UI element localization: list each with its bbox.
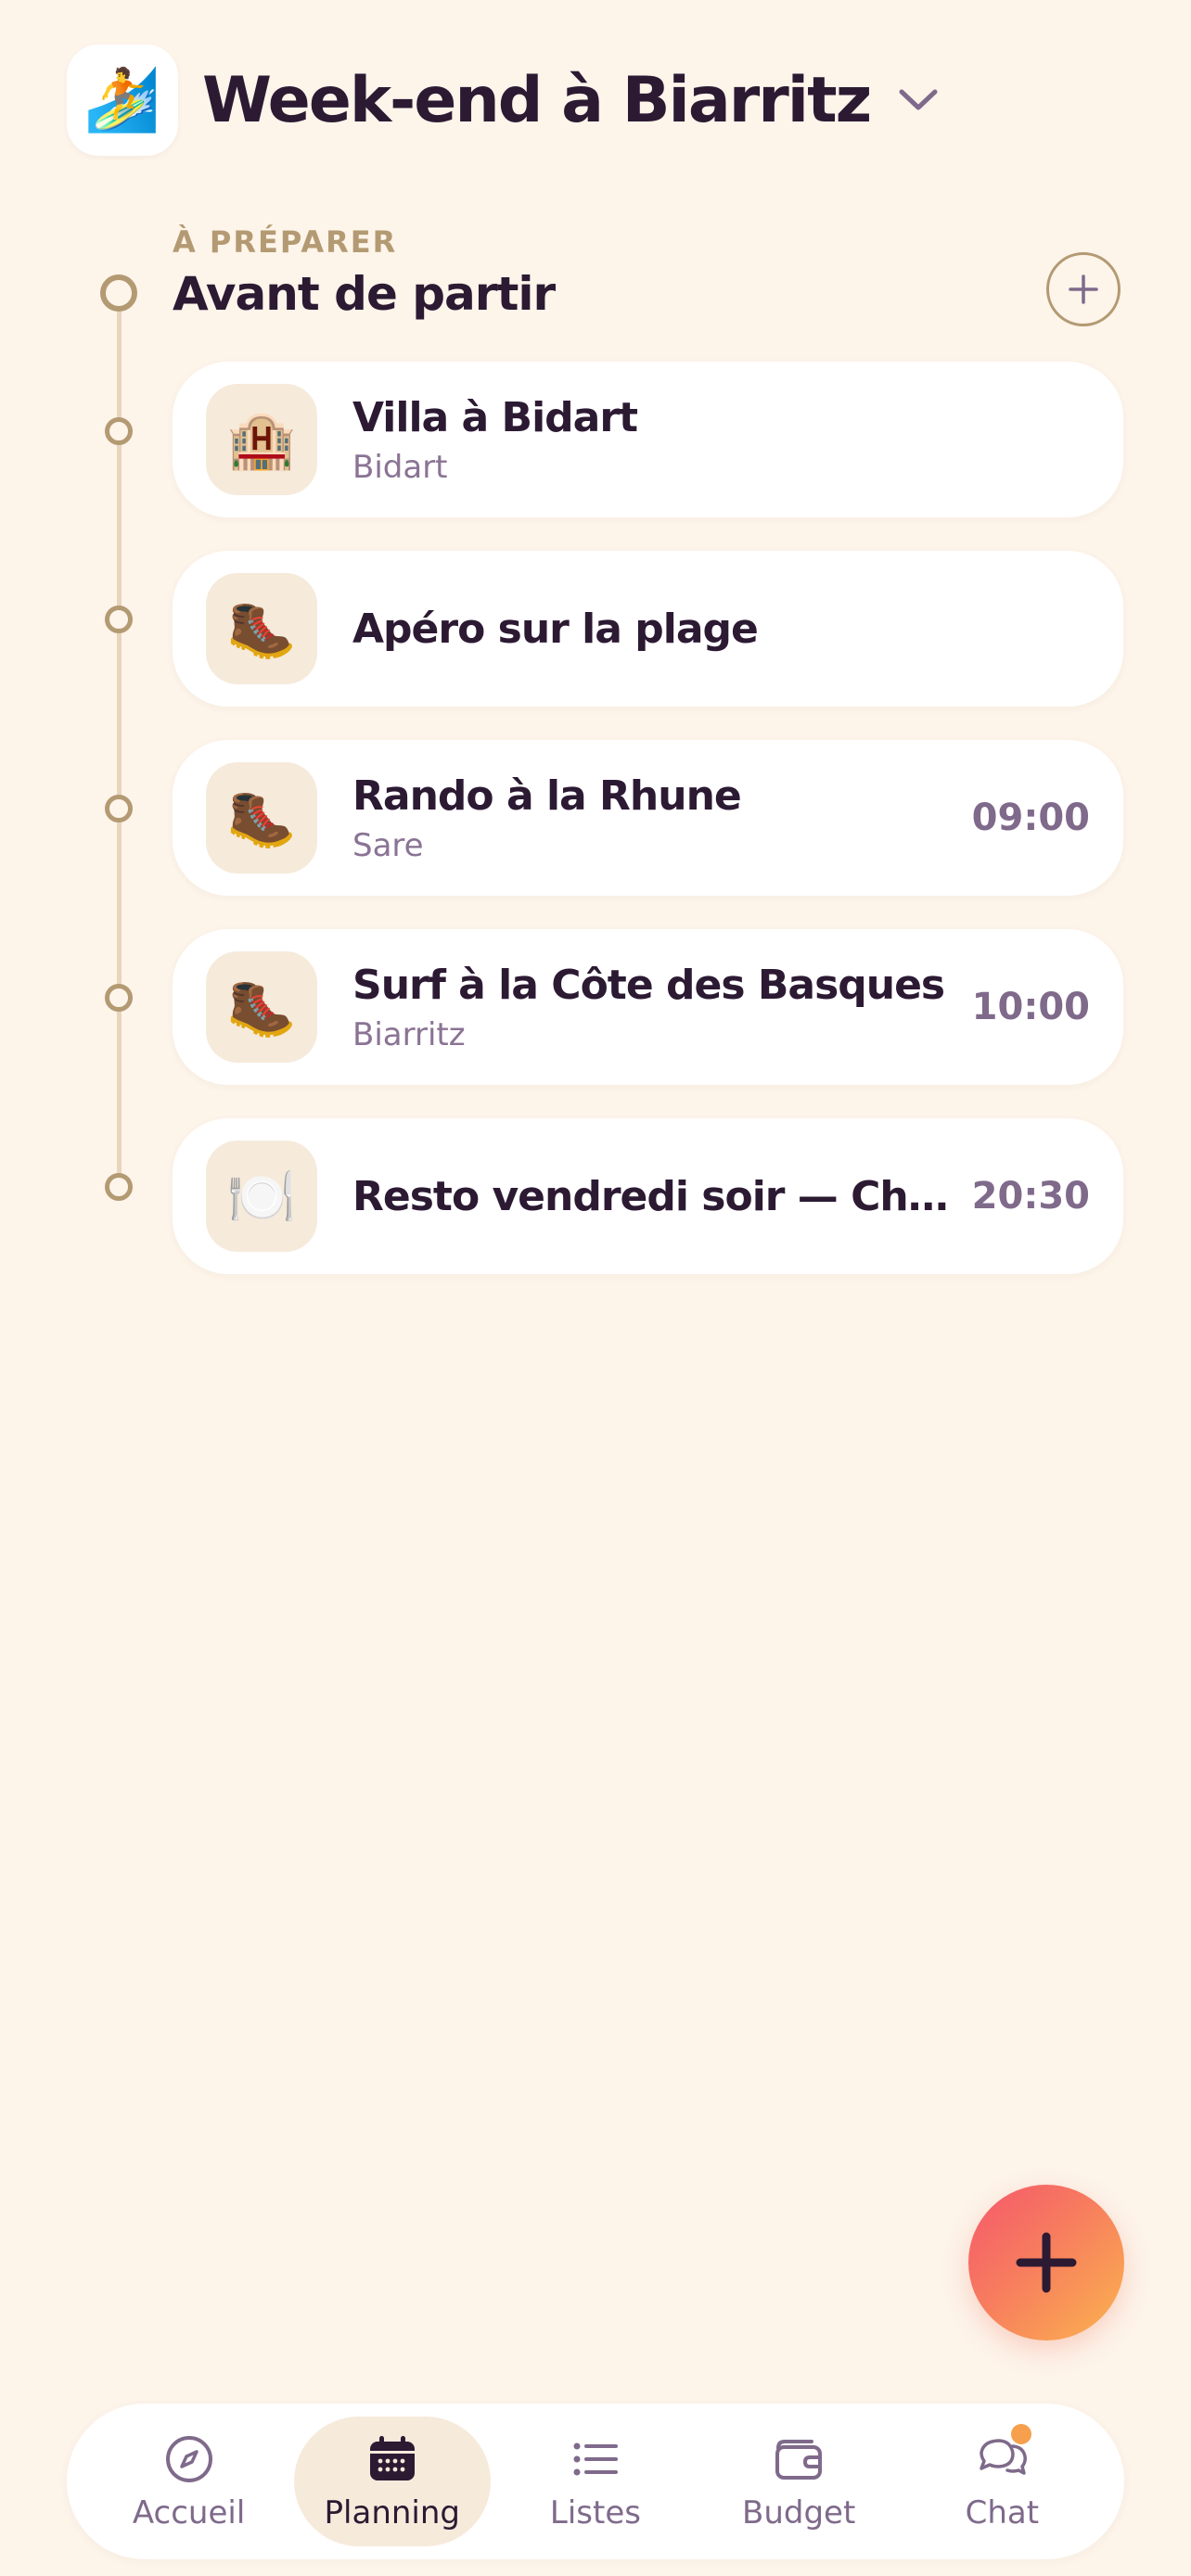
plate-cutlery-icon: 🍽️ bbox=[206, 1141, 317, 1252]
plan-item-title: Resto vendredi soir — Chez ... bbox=[352, 1172, 950, 1220]
chat-bubbles-icon bbox=[974, 2424, 1032, 2487]
hiking-boot-icon: 🥾 bbox=[206, 762, 317, 874]
plan-item-card[interactable]: 🥾 Rando à la Rhune Sare 09:00 bbox=[173, 740, 1123, 896]
nav-label: Accueil bbox=[132, 2494, 246, 2531]
surfer-icon[interactable]: 🏄 bbox=[67, 45, 178, 156]
notification-dot bbox=[1011, 2424, 1032, 2444]
plan-item-card[interactable]: 🏨 Villa à Bidart Bidart bbox=[173, 362, 1123, 517]
list-icon bbox=[568, 2431, 623, 2487]
wallet-icon bbox=[771, 2431, 826, 2487]
plan-item-location: Biarritz bbox=[352, 1015, 466, 1053]
plan-item-location: Sare bbox=[352, 826, 424, 864]
section-eyebrow: À PRÉPARER bbox=[173, 224, 398, 260]
plan-item-card[interactable]: 🍽️ Resto vendredi soir — Chez ... 20:30 bbox=[173, 1118, 1123, 1274]
hiking-boot-icon: 🥾 bbox=[206, 573, 317, 684]
add-item-fab[interactable] bbox=[968, 2185, 1124, 2340]
timeline-dot bbox=[105, 984, 133, 1012]
plan-item-title: Surf à la Côte des Basques bbox=[352, 961, 945, 1009]
nav-item-budget[interactable]: Budget bbox=[700, 2417, 897, 2546]
compass-icon bbox=[161, 2431, 217, 2487]
add-to-section-button[interactable] bbox=[1046, 252, 1121, 326]
plan-item-title: Apéro sur la plage bbox=[352, 605, 759, 653]
plan-item-time: 10:00 bbox=[971, 986, 1090, 1028]
plan-item-title: Rando à la Rhune bbox=[352, 772, 742, 820]
plan-item-time: 09:00 bbox=[971, 797, 1090, 839]
nav-item-planning[interactable]: Planning bbox=[293, 2417, 491, 2546]
hotel-icon: 🏨 bbox=[206, 384, 317, 495]
nav-item-chat[interactable]: Chat bbox=[903, 2417, 1100, 2546]
timeline-section-dot bbox=[100, 274, 137, 312]
nav-label: Budget bbox=[742, 2494, 856, 2531]
nav-label: Chat bbox=[965, 2494, 1040, 2531]
plan-item-location: Bidart bbox=[352, 448, 448, 486]
timeline-dot bbox=[105, 795, 133, 823]
plan-item-time: 20:30 bbox=[971, 1175, 1090, 1218]
timeline-dot bbox=[105, 606, 133, 633]
chevron-down-icon[interactable] bbox=[896, 78, 941, 122]
trip-header: 🏄 Week-end à Biarritz bbox=[67, 45, 941, 156]
trip-title[interactable]: Week-end à Biarritz bbox=[202, 64, 872, 137]
timeline-dot bbox=[105, 417, 133, 445]
plan-item-card[interactable]: 🥾 Apéro sur la plage bbox=[173, 551, 1123, 707]
nav-label: Planning bbox=[324, 2494, 461, 2531]
nav-label: Listes bbox=[549, 2494, 641, 2531]
plan-item-card[interactable]: 🥾 Surf à la Côte des Basques Biarritz 10… bbox=[173, 929, 1123, 1085]
nav-item-accueil[interactable]: Accueil bbox=[91, 2417, 288, 2546]
section-title: Avant de partir bbox=[173, 267, 556, 321]
calendar-icon bbox=[365, 2431, 420, 2487]
plus-icon bbox=[1016, 2232, 1077, 2293]
plus-icon bbox=[1069, 274, 1098, 304]
bottom-navigation: Accueil Planning Listes Budget Chat bbox=[67, 2404, 1124, 2559]
plan-item-title: Villa à Bidart bbox=[352, 393, 638, 441]
hiking-boot-icon: 🥾 bbox=[206, 951, 317, 1063]
nav-item-listes[interactable]: Listes bbox=[497, 2417, 694, 2546]
timeline-dot bbox=[105, 1173, 133, 1201]
